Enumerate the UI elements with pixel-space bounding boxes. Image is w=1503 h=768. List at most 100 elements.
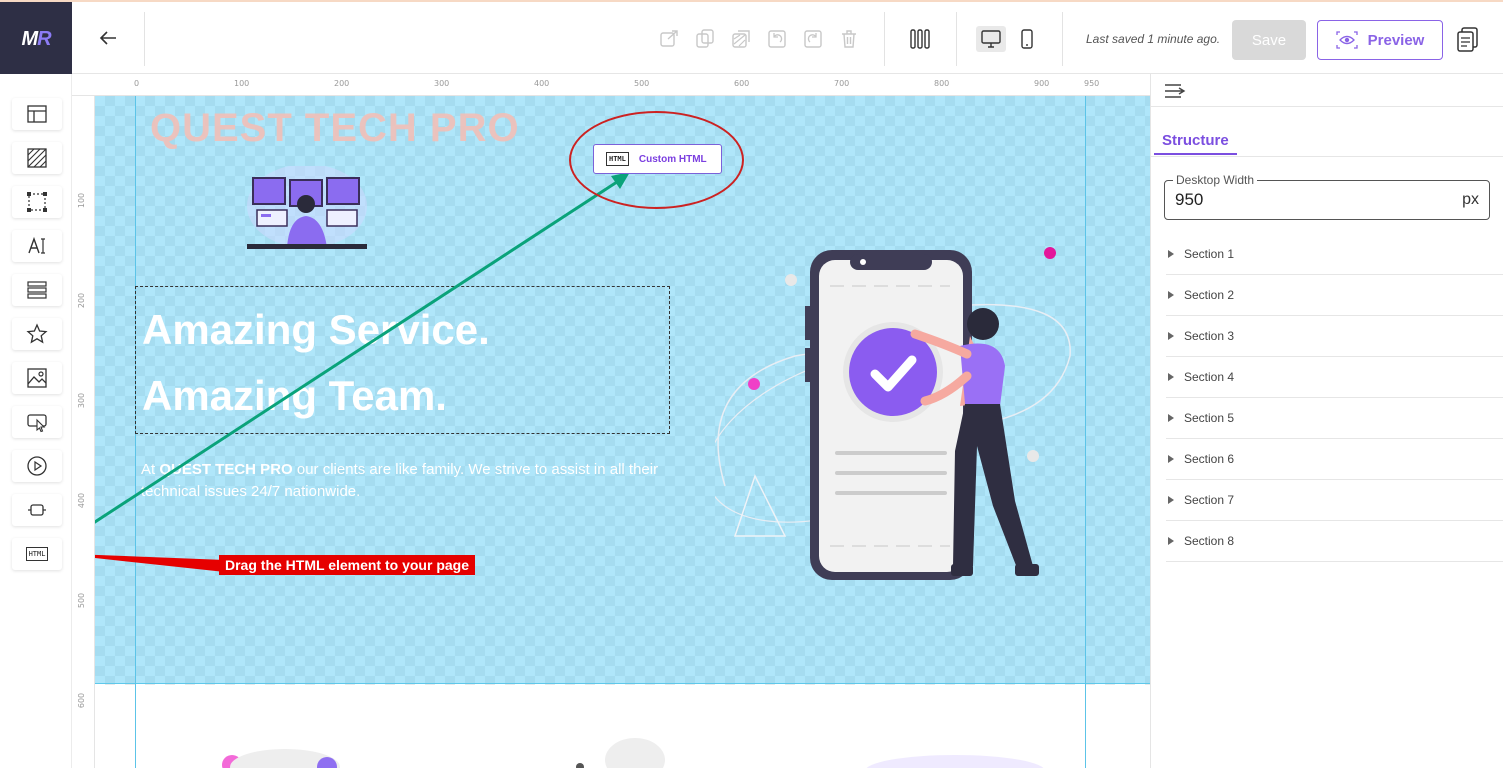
section-label: Section 2 — [1184, 288, 1235, 302]
image-element-button[interactable] — [12, 362, 62, 394]
ruler-tick: 500 — [634, 79, 650, 88]
button-element-button[interactable] — [12, 406, 62, 438]
ruler-tick: 600 — [77, 692, 87, 709]
layers-icon[interactable] — [730, 28, 752, 50]
toolbar-divider — [1062, 12, 1063, 66]
video-element-button[interactable] — [12, 450, 62, 482]
caret-right-icon — [1168, 414, 1174, 422]
vertical-ruler: 100 200 300 400 500 600 — [72, 96, 95, 768]
section-label: Section 4 — [1184, 370, 1235, 384]
toolbar-divider — [884, 12, 885, 66]
collapse-panel-icon[interactable] — [1163, 82, 1187, 100]
ruler-tick: 300 — [434, 79, 450, 88]
section-item[interactable]: Section 5 — [1166, 398, 1503, 439]
container-element-button[interactable] — [12, 186, 62, 218]
ruler-tick: 300 — [77, 392, 87, 409]
desktop-width-field[interactable]: Desktop Width px — [1164, 173, 1490, 220]
move-out-icon[interactable] — [658, 28, 680, 50]
section-item[interactable]: Section 7 — [1166, 480, 1503, 521]
top-toolbar: MR Last saved 1 minute ago. Save Preview — [0, 0, 1503, 76]
trash-icon[interactable] — [838, 28, 860, 50]
html-icon: HTML — [25, 547, 49, 561]
section-label: Section 8 — [1184, 534, 1235, 548]
embed-icon — [28, 504, 46, 516]
columns-icon[interactable] — [909, 28, 931, 50]
menu-element-button[interactable] — [12, 274, 62, 306]
caret-right-icon — [1168, 537, 1174, 545]
desktop-view-icon[interactable] — [980, 28, 1002, 50]
caret-right-icon — [1168, 496, 1174, 504]
ruler-tick: 100 — [234, 79, 250, 88]
html-element-button[interactable]: HTML — [12, 538, 62, 570]
custom-html-label: Custom HTML — [638, 153, 707, 165]
preview-button[interactable]: Preview — [1317, 20, 1443, 60]
ruler-tick: 900 — [1034, 79, 1050, 88]
ruler-tick: 200 — [77, 292, 87, 309]
html-icon: HTML — [606, 152, 629, 166]
section-item[interactable]: Section 4 — [1166, 357, 1503, 398]
section-item[interactable]: Section 3 — [1166, 316, 1503, 357]
caret-right-icon — [1168, 373, 1174, 381]
desktop-width-unit: px — [1462, 191, 1479, 208]
custom-html-element[interactable]: HTML Custom HTML — [593, 144, 722, 174]
pattern-icon — [27, 148, 47, 168]
play-icon — [27, 456, 47, 476]
logo-accent: R — [37, 27, 51, 50]
caret-right-icon — [1168, 250, 1174, 258]
panel-divider — [1151, 106, 1503, 107]
horizontal-ruler: 0 100 200 300 400 500 600 700 800 900 950 — [72, 74, 1150, 96]
ruler-tick: 500 — [77, 592, 87, 609]
image-icon — [27, 368, 47, 388]
icon-element-button[interactable] — [12, 318, 62, 350]
toolbar-divider — [144, 12, 145, 66]
section-label: Section 7 — [1184, 493, 1235, 507]
caret-right-icon — [1168, 455, 1174, 463]
drag-instruction-label: Drag the HTML element to your page — [219, 555, 475, 575]
redo-icon[interactable] — [802, 28, 824, 50]
ruler-tick: 200 — [334, 79, 350, 88]
duplicate-icon[interactable] — [694, 28, 716, 50]
ruler-tick: 800 — [934, 79, 950, 88]
desktop-width-label: Desktop Width — [1173, 173, 1258, 187]
ruler-tick: 700 — [834, 79, 850, 88]
pages-icon[interactable] — [1456, 26, 1480, 52]
properties-panel: Structure Desktop Width px Section 1Sect… — [1150, 74, 1503, 768]
ruler-tick: 100 — [77, 192, 87, 209]
preview-label: Preview — [1367, 31, 1425, 49]
section-item[interactable]: Section 8 — [1166, 521, 1503, 562]
caret-right-icon — [1168, 332, 1174, 340]
undo-icon[interactable] — [766, 28, 788, 50]
caret-right-icon — [1168, 291, 1174, 299]
embed-element-button[interactable] — [12, 494, 62, 526]
save-button[interactable]: Save — [1232, 20, 1306, 60]
ruler-tick: 600 — [734, 79, 750, 88]
section-label: Section 6 — [1184, 452, 1235, 466]
background-element-button[interactable] — [12, 142, 62, 174]
app-logo[interactable]: MR — [0, 2, 72, 76]
tab-structure[interactable]: Structure — [1154, 130, 1237, 155]
section-item[interactable]: Section 6 — [1166, 439, 1503, 480]
section-label: Section 3 — [1184, 329, 1235, 343]
layout-element-button[interactable] — [12, 98, 62, 130]
last-saved-status: Last saved 1 minute ago. — [1086, 32, 1221, 46]
section-label: Section 1 — [1184, 247, 1235, 261]
section-item[interactable]: Section 2 — [1166, 275, 1503, 316]
ruler-tick: 400 — [77, 492, 87, 509]
toolbar-divider — [956, 12, 957, 66]
ruler-tick: 400 — [534, 79, 550, 88]
back-arrow-icon[interactable] — [96, 26, 120, 50]
section-list: Section 1 Section 2 Section 3 Section 4 Sect… — [1166, 234, 1503, 562]
desktop-width-input[interactable] — [1175, 190, 1425, 210]
mobile-view-icon[interactable] — [1016, 28, 1038, 50]
element-sidebar: HTML — [0, 74, 72, 768]
section-item[interactable]: Section 1 — [1166, 234, 1503, 275]
editor-canvas[interactable]: QUEST TECH PRO Amazing Service. Amazing … — [95, 96, 1150, 768]
text-element-button[interactable] — [12, 230, 62, 262]
tab-divider — [1151, 156, 1503, 157]
menu-icon — [27, 281, 47, 299]
page-builder-app: MR Last saved 1 minute ago. Save Preview… — [0, 0, 1503, 768]
ruler-tick: 0 — [134, 79, 140, 88]
logo-text: M — [21, 27, 38, 50]
ruler-tick: 950 — [1084, 79, 1100, 88]
text-icon — [28, 236, 45, 254]
